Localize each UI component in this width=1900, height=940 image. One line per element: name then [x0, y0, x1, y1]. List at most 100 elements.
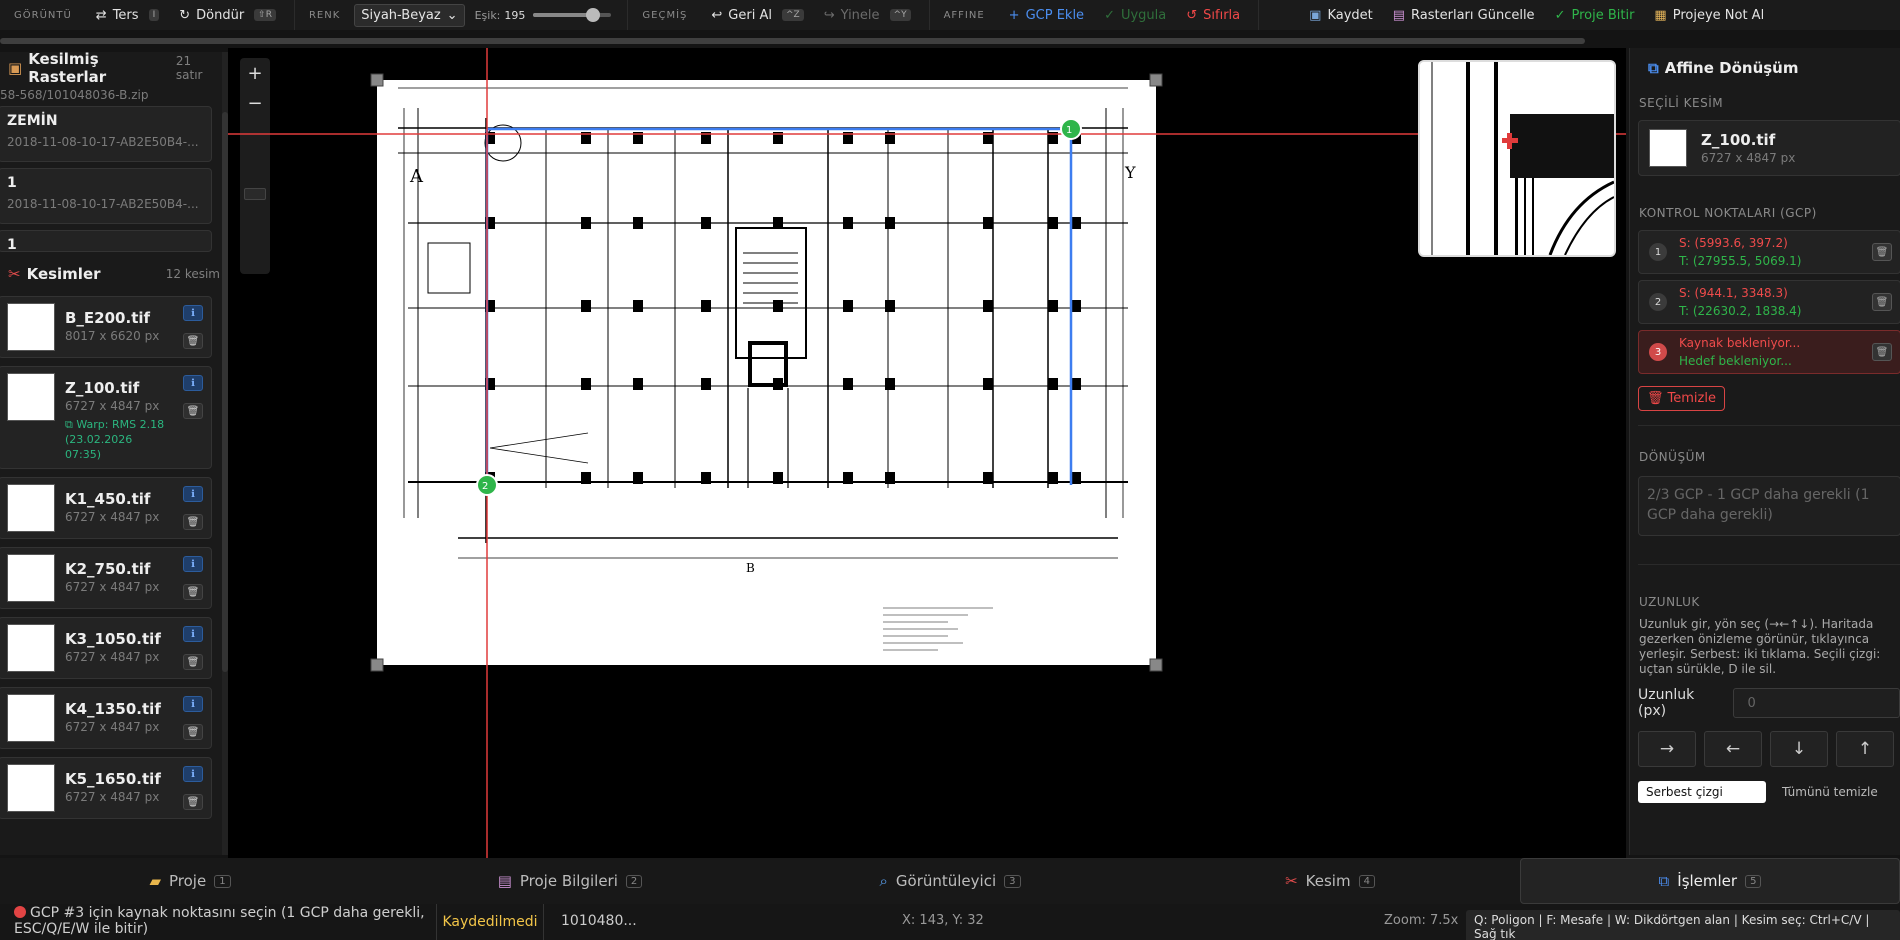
trash-icon[interactable]: 🗑	[183, 724, 203, 740]
reset-button[interactable]: ↺ Sıfırla	[1176, 8, 1250, 23]
raster-item[interactable]: 1 2018-11-08-10-17-AB2E50B4-...	[0, 168, 212, 224]
map-canvas[interactable]: + − A Y B 1 2	[228, 48, 1626, 858]
cut-warp-text: Warp: RMS 2.18 (23.02.2026 07:35)	[65, 418, 165, 461]
cut-actions: ℹ 🗑	[183, 626, 203, 670]
divider	[1638, 425, 1900, 426]
add-note-button[interactable]: ▦ Projeye Not Al	[1644, 8, 1774, 23]
info-icon[interactable]: ℹ	[183, 305, 203, 321]
cut-item[interactable]: K3_1050.tif 6727 x 4847 px ℹ 🗑	[0, 617, 212, 679]
rotate-label: Döndür	[196, 7, 245, 23]
gcp-item[interactable]: 1 S: (5993.6, 397.2) T: (27955.5, 5069.1) 🗑	[1638, 230, 1900, 274]
color-mode-select[interactable]: Siyah-Beyaz ⌄	[354, 3, 465, 27]
trash-icon[interactable]: 🗑	[183, 654, 203, 670]
invert-button[interactable]: ⇄ Ters I	[86, 8, 169, 23]
transform-icon: ⧉	[1648, 59, 1659, 77]
trash-icon[interactable]: 🗑	[1872, 243, 1892, 261]
direction-down-button[interactable]: ↓	[1770, 731, 1828, 767]
trash-icon[interactable]: 🗑	[183, 794, 203, 810]
clear-gcp-button[interactable]: 🗑 Temizle	[1638, 386, 1725, 411]
tab-islemler[interactable]: ⧉ İşlemler 5	[1520, 858, 1900, 904]
magnifier-content	[1420, 62, 1614, 255]
affine-panel: ⧉ Affine Dönüşüm SEÇİLİ KESİM Z_100.tif …	[1629, 48, 1900, 855]
direction-right-button[interactable]: →	[1638, 731, 1696, 767]
gcp-source: S: (944.1, 3348.3)	[1679, 286, 1788, 300]
trash-icon[interactable]: 🗑	[183, 333, 203, 349]
scissors-icon: ✂	[8, 265, 21, 283]
info-icon[interactable]: ℹ	[183, 556, 203, 572]
column-marker	[633, 378, 643, 390]
update-rasters-button[interactable]: ▤ Rasterları Güncelle	[1383, 8, 1545, 23]
info-icon[interactable]: ℹ	[183, 696, 203, 712]
check-icon: ✓	[1104, 7, 1115, 23]
horizontal-scrollbar[interactable]	[0, 38, 1585, 44]
cut-item[interactable]: B_E200.tif 8017 x 6620 px ℹ 🗑	[0, 296, 212, 358]
add-gcp-button[interactable]: + GCP Ekle	[999, 8, 1094, 23]
undo-button[interactable]: ↩ Geri Al ^Z	[701, 8, 813, 23]
tab-shortcut: 2	[625, 874, 643, 888]
corner-handle-br[interactable]	[1149, 658, 1163, 672]
cut-size: 6727 x 4847 px	[65, 510, 160, 524]
color-group: RENK Siyah-Beyaz ⌄ Eşik: 195	[295, 0, 629, 30]
cut-item[interactable]: K2_750.tif 6727 x 4847 px ℹ 🗑	[0, 547, 212, 609]
tab-proje-bilgileri[interactable]: ▤ Proje Bilgileri 2	[380, 858, 760, 904]
trash-icon[interactable]: 🗑	[183, 514, 203, 530]
tab-label: Kesim	[1305, 872, 1351, 890]
threshold-slider[interactable]	[533, 8, 612, 22]
direction-left-button[interactable]: ←	[1704, 731, 1762, 767]
selected-cut-size: 6727 x 4847 px	[1701, 151, 1796, 165]
direction-up-button[interactable]: ↑	[1836, 731, 1894, 767]
corner-handle-bl[interactable]	[370, 658, 384, 672]
trash-icon[interactable]: 🗑	[183, 403, 203, 419]
gcp-text: Kaynak bekleniyor... Hedef bekleniyor...	[1679, 334, 1800, 370]
raster-view[interactable]: A Y B 1 2	[228, 48, 1626, 858]
column-marker	[633, 472, 643, 484]
clear-all-button[interactable]: Tümünü temizle	[1782, 785, 1878, 799]
trash-icon[interactable]: 🗑	[1872, 343, 1892, 361]
cut-item[interactable]: K4_1350.tif 6727 x 4847 px ℹ 🗑	[0, 687, 212, 749]
cuts-title: Kesimler	[26, 265, 101, 283]
tab-proje[interactable]: ▰ Proje 1	[0, 858, 380, 904]
cut-name: B_E200.tif	[65, 309, 151, 327]
gcp-source: S: (5993.6, 397.2)	[1679, 236, 1788, 250]
raster-item[interactable]: ZEMİN 2018-11-08-10-17-AB2E50B4-...	[0, 106, 212, 162]
corner-handle-tr[interactable]	[1149, 73, 1163, 87]
gcp-item[interactable]: 3 Kaynak bekleniyor... Hedef bekleniyor...…	[1638, 330, 1900, 374]
clipboard-icon: ▤	[497, 872, 512, 890]
length-input[interactable]: 0	[1732, 688, 1900, 718]
save-button[interactable]: ▣ Kaydet	[1299, 8, 1383, 23]
info-icon[interactable]: ℹ	[183, 626, 203, 642]
trash-icon[interactable]: 🗑	[1872, 293, 1892, 311]
info-icon[interactable]: ℹ	[183, 486, 203, 502]
cut-item[interactable]: K5_1650.tif 6727 x 4847 px ℹ 🗑	[0, 757, 212, 819]
gcp-marker-2[interactable]: 2	[476, 474, 498, 496]
transform-section-label: DÖNÜŞÜM	[1639, 450, 1706, 464]
raster-item[interactable]: 1	[0, 230, 212, 253]
cut-size: 6727 x 4847 px	[65, 650, 160, 664]
tab-kesim[interactable]: ✂ Kesim 4	[1140, 858, 1520, 904]
transform-status: 2/3 GCP - 1 GCP daha gerekli (1 GCP daha…	[1638, 476, 1900, 536]
cursor-coordinates: X: 143, Y: 32	[902, 913, 984, 928]
gcp-marker-1-label: 1	[1066, 125, 1072, 136]
free-line-button[interactable]: Serbest çizgi	[1638, 781, 1766, 803]
info-icon[interactable]: ℹ	[183, 375, 203, 391]
column-marker	[581, 217, 591, 229]
cut-item[interactable]: K1_450.tif 6727 x 4847 px ℹ 🗑	[0, 477, 212, 539]
tab-label: Proje	[168, 872, 207, 890]
tab-goruntuleyici[interactable]: ⌕ Görüntüleyici 3	[760, 858, 1140, 904]
corner-handle-tl[interactable]	[370, 73, 384, 87]
threshold-label: Eşik:	[474, 8, 501, 22]
threshold-slider-knob[interactable]	[586, 8, 601, 22]
rotate-button[interactable]: ↻ Döndür ⇧R	[169, 8, 286, 23]
gcp-list: 1 S: (5993.6, 397.2) T: (27955.5, 5069.1) 🗑…	[1630, 230, 1900, 374]
finish-project-button[interactable]: ✓ Proje Bitir	[1545, 8, 1645, 23]
gcp-item[interactable]: 2 S: (944.1, 3348.3) T: (22630.2, 1838.4) 🗑	[1638, 280, 1900, 324]
gcp-number: 1	[1649, 243, 1667, 261]
trash-icon[interactable]: 🗑	[183, 584, 203, 600]
info-icon[interactable]: ℹ	[183, 766, 203, 782]
rotate-shortcut: ⇧R	[254, 9, 276, 21]
clear-gcp-label: Temizle	[1667, 391, 1716, 406]
gcp-marker-1[interactable]: 1	[1060, 118, 1082, 140]
redo-button[interactable]: ↪ Yinele ^Y	[814, 8, 921, 23]
cut-item[interactable]: Z_100.tif 6727 x 4847 px ⧉ Warp: RMS 2.18 …	[0, 366, 212, 469]
apply-button[interactable]: ✓ Uygula	[1094, 8, 1176, 23]
